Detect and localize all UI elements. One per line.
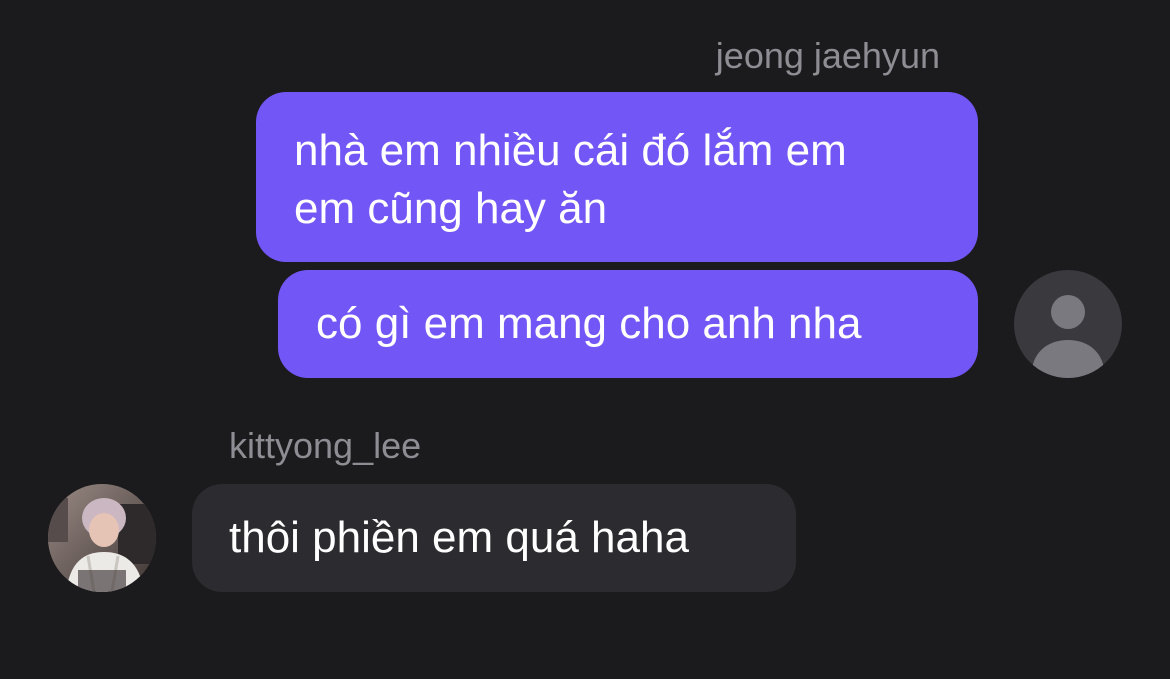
outgoing-avatar[interactable] bbox=[1014, 270, 1122, 378]
message-text-line: có gì em mang cho anh nha bbox=[316, 299, 862, 348]
outgoing-message-bubble[interactable]: nhà em nhiều cái đó lắm em em cũng hay ă… bbox=[256, 92, 978, 262]
message-text-line: nhà em nhiều cái đó lắm em bbox=[294, 126, 847, 175]
message-text-line: em cũng hay ăn bbox=[294, 184, 608, 233]
default-person-icon bbox=[1031, 295, 1105, 378]
outgoing-message-bubble[interactable]: có gì em mang cho anh nha bbox=[278, 270, 978, 378]
incoming-sender-name: kittyong_lee bbox=[229, 425, 422, 466]
incoming-message-bubble[interactable]: thôi phiền em quá haha bbox=[192, 484, 796, 592]
incoming-avatar[interactable] bbox=[48, 484, 156, 592]
message-text-line: thôi phiền em quá haha bbox=[229, 513, 689, 562]
profile-photo bbox=[48, 484, 156, 592]
outgoing-sender-name: jeong jaehyun bbox=[715, 35, 940, 76]
